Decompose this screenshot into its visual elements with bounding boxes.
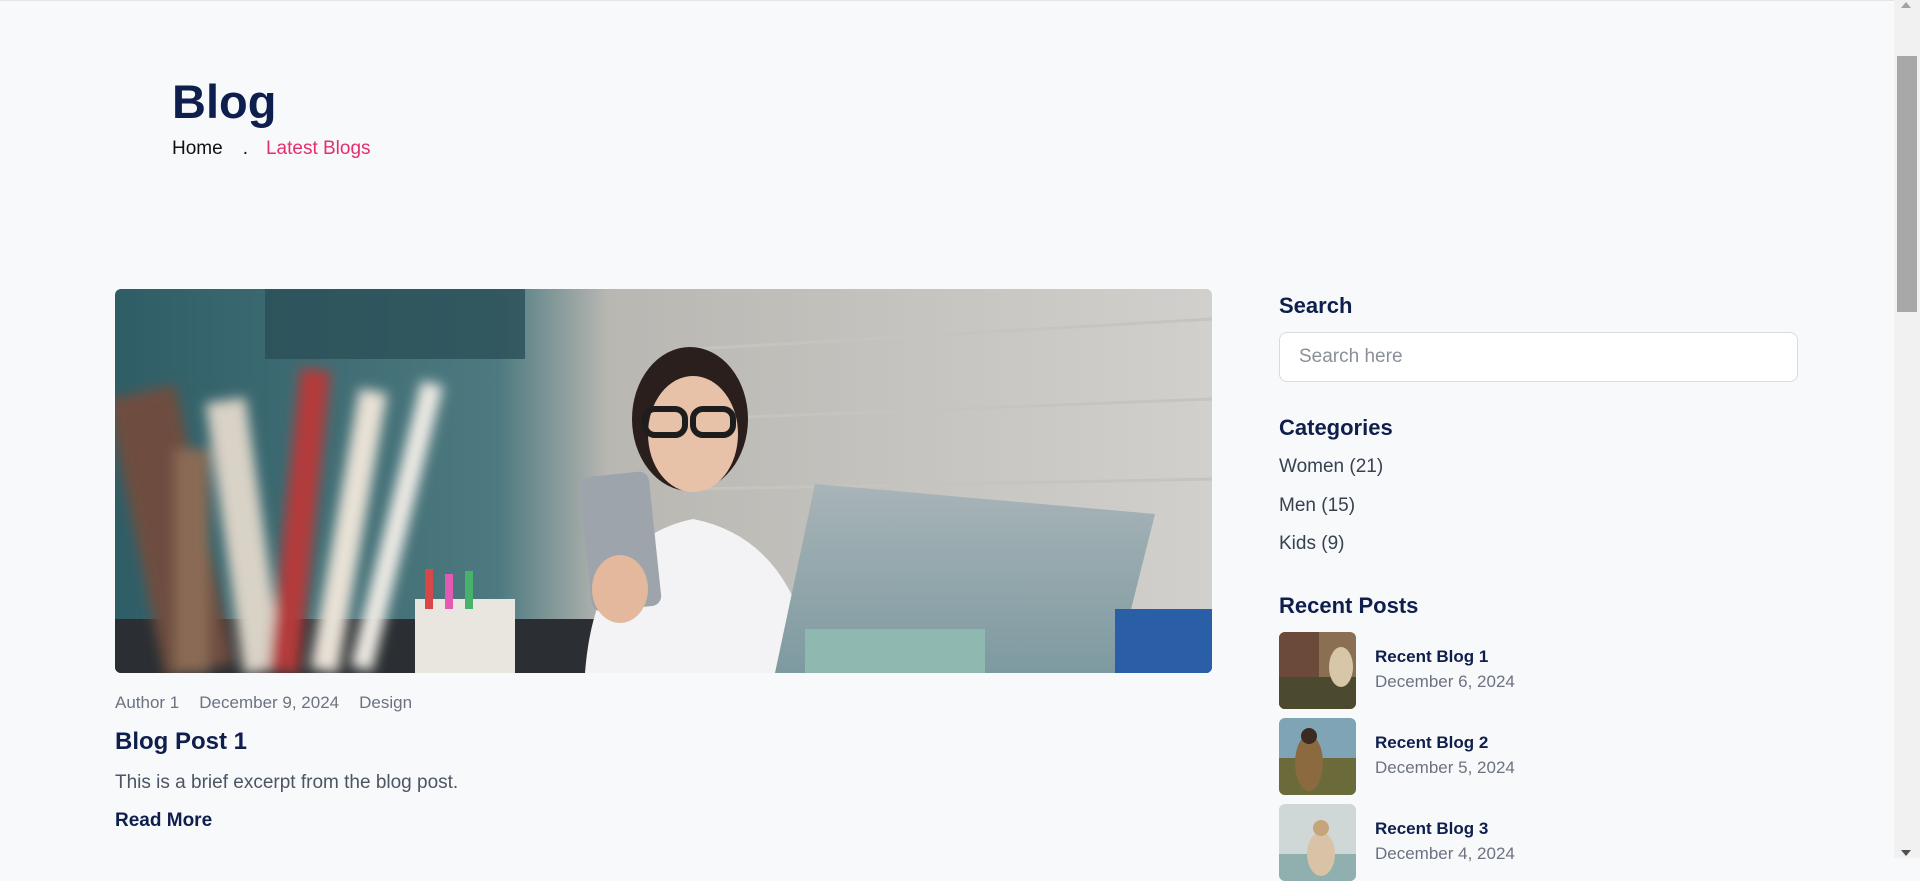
scroll-down-arrow-icon[interactable]: [1901, 850, 1911, 856]
category-kids[interactable]: Kids (9): [1279, 533, 1344, 555]
vertical-scrollbar[interactable]: [1894, 0, 1920, 858]
category-men[interactable]: Men (15): [1279, 495, 1355, 517]
post-meta: Author 1 December 9, 2024 Design: [115, 693, 412, 713]
recent-post-date: December 5, 2024: [1375, 758, 1515, 777]
categories-heading: Categories: [1279, 415, 1393, 440]
recent-post-item[interactable]: Recent Blog 2 December 5, 2024: [1279, 718, 1599, 795]
post-date: December 9, 2024: [199, 693, 340, 712]
breadcrumb-separator: .: [242, 138, 248, 159]
read-more-link[interactable]: Read More: [115, 810, 212, 832]
search-input[interactable]: [1279, 332, 1798, 382]
post-category: Design: [359, 693, 413, 712]
blog-post-image[interactable]: [115, 289, 1212, 673]
recent-post-item[interactable]: Recent Blog 1 December 6, 2024: [1279, 632, 1599, 709]
recent-post-title: Recent Blog 2: [1375, 733, 1489, 752]
recent-post-item[interactable]: Recent Blog 3 December 4, 2024: [1279, 804, 1599, 881]
scrollbar-thumb[interactable]: [1897, 56, 1917, 312]
recent-post-thumbnail: [1279, 804, 1356, 881]
recent-post-title: Recent Blog 3: [1375, 819, 1489, 838]
recent-post-thumbnail: [1279, 718, 1356, 795]
recent-post-date: December 4, 2024: [1375, 844, 1515, 863]
scroll-up-arrow-icon[interactable]: [1901, 2, 1911, 8]
breadcrumb-current: Latest Blogs: [265, 138, 371, 159]
top-border: [0, 0, 1894, 1]
recent-posts-heading: Recent Posts: [1279, 593, 1419, 618]
post-excerpt: This is a brief excerpt from the blog po…: [115, 772, 459, 793]
post-title[interactable]: Blog Post 1: [115, 728, 247, 756]
recent-post-title: Recent Blog 1: [1375, 647, 1489, 666]
woman-with-phone-photo: [115, 289, 1212, 673]
breadcrumb: Home . Latest Blogs: [172, 138, 371, 160]
recent-post-date: December 6, 2024: [1375, 672, 1515, 691]
page-title: Blog: [172, 75, 277, 128]
breadcrumb-home-link[interactable]: Home: [172, 138, 223, 160]
search-heading: Search: [1279, 293, 1353, 318]
category-women[interactable]: Women (21): [1279, 456, 1383, 478]
recent-post-thumbnail: [1279, 632, 1356, 709]
post-author: Author 1: [115, 693, 180, 712]
